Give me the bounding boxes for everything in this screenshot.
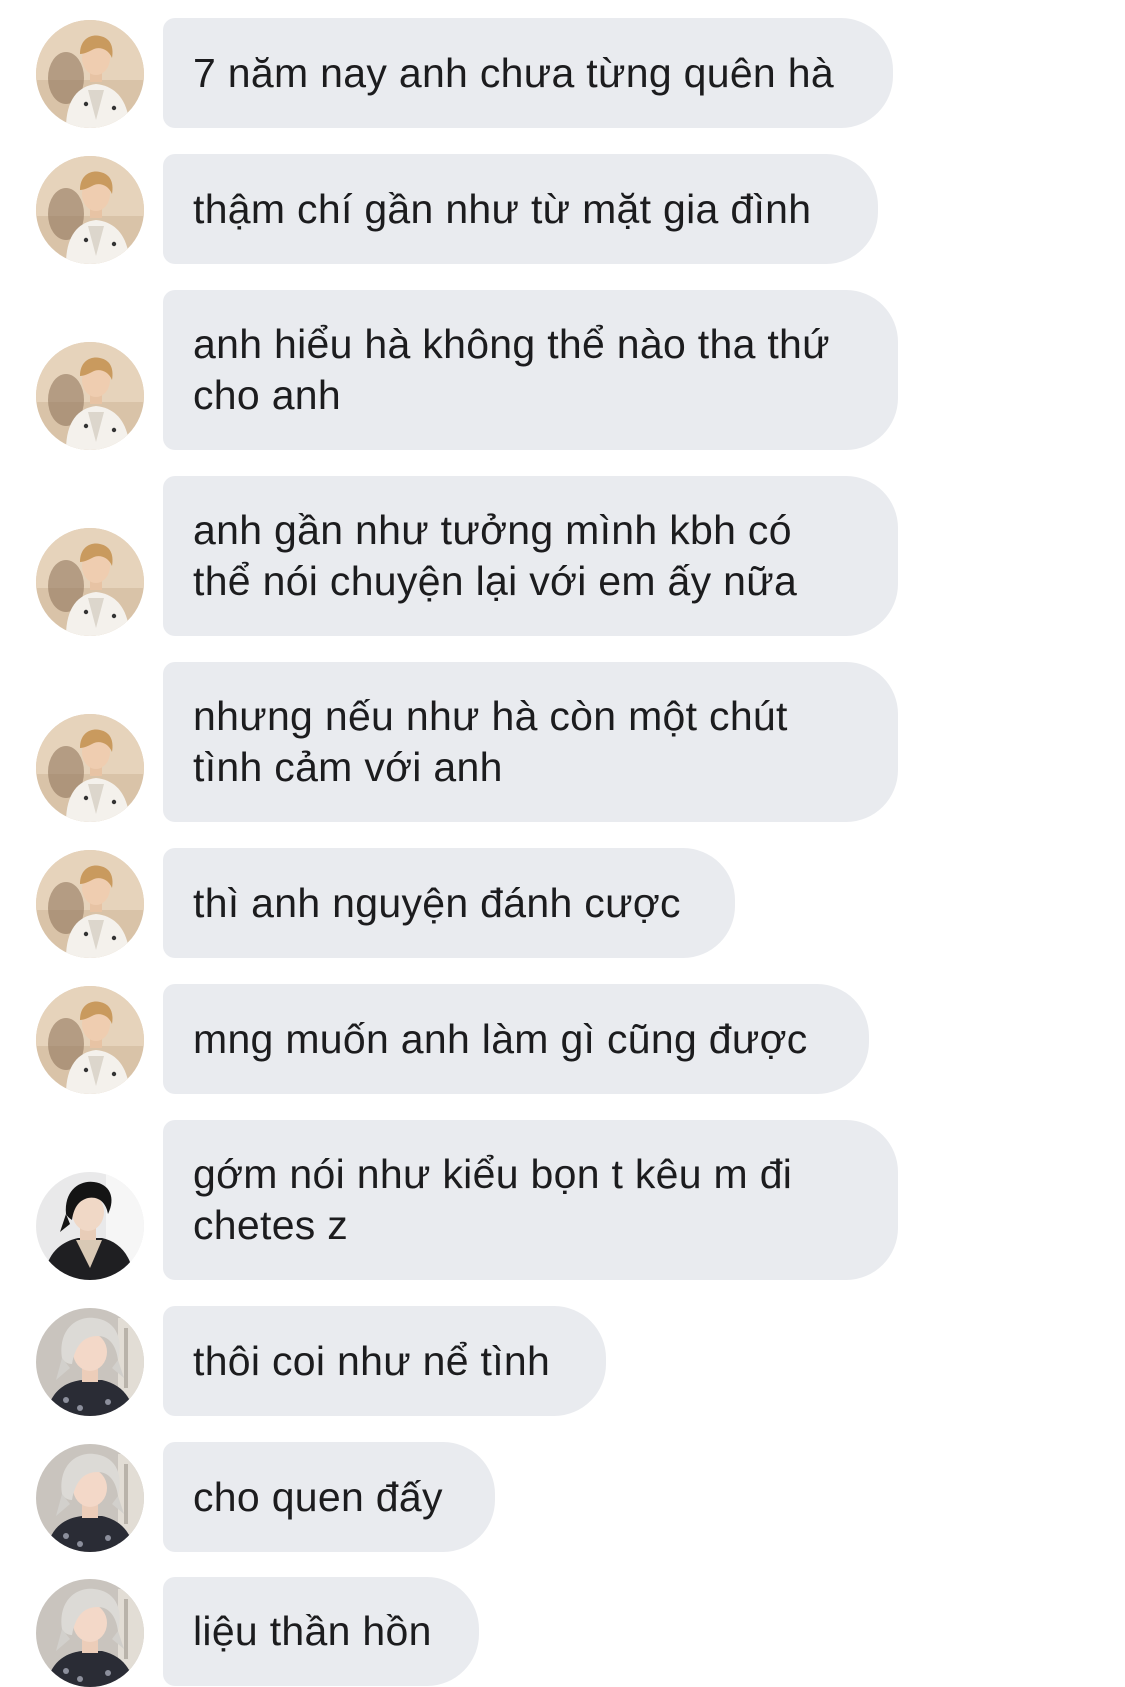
avatar-man-white-shirt-icon [36, 850, 144, 958]
message-bubble[interactable]: mng muốn anh làm gì cũng được [163, 984, 869, 1094]
avatar[interactable] [36, 20, 144, 128]
message-bubble[interactable]: thì anh nguyện đánh cược [163, 848, 735, 958]
avatar-man-white-shirt-icon [36, 20, 144, 128]
avatar[interactable] [36, 1444, 144, 1552]
message-bubble[interactable]: nhưng nếu như hà còn một chút tình cảm v… [163, 662, 898, 822]
avatar[interactable] [36, 850, 144, 958]
avatar[interactable] [36, 1172, 144, 1280]
message-text: mng muốn anh làm gì cũng được [193, 1015, 808, 1062]
avatar[interactable] [36, 714, 144, 822]
avatar-man-white-shirt-icon [36, 714, 144, 822]
avatar[interactable] [36, 986, 144, 1094]
message-text: thậm chí gần như từ mặt gia đình [193, 185, 812, 232]
message-bubble[interactable]: thậm chí gần như từ mặt gia đình [163, 154, 878, 264]
message-text: cho quen đấy [193, 1473, 443, 1520]
avatar[interactable] [36, 528, 144, 636]
avatar[interactable] [36, 1308, 144, 1416]
message-bubble[interactable]: anh gần như tưởng mình kbh có thể nói ch… [163, 476, 898, 636]
message-bubble[interactable]: liệu thần hồn [163, 1577, 479, 1686]
message-text: gớm nói như kiểu bọn t kêu m đi chetes z [193, 1151, 793, 1248]
avatar[interactable] [36, 342, 144, 450]
avatar[interactable] [36, 156, 144, 264]
message-text: anh hiểu hà không thể nào tha thứ cho an… [193, 321, 830, 418]
avatar-man-white-shirt-icon [36, 986, 144, 1094]
message-text: nhưng nếu như hà còn một chút tình cảm v… [193, 693, 788, 790]
avatar-man-white-shirt-icon [36, 342, 144, 450]
avatar-man-silver-hair-icon [36, 1308, 144, 1416]
avatar-man-dark-hair-icon [36, 1172, 144, 1280]
message-text: thôi coi như nể tình [193, 1337, 551, 1384]
message-text: thì anh nguyện đánh cược [193, 879, 681, 926]
message-text: liệu thần hồn [193, 1608, 432, 1654]
chat-thread: 7 năm nay anh chưa từng quên hà thậm chí… [0, 0, 1125, 1686]
message-text: anh gần như tưởng mình kbh có thể nói ch… [193, 507, 798, 604]
message-bubble[interactable]: gớm nói như kiểu bọn t kêu m đi chetes z [163, 1120, 898, 1280]
avatar-man-silver-hair-icon [36, 1444, 144, 1552]
avatar-man-white-shirt-icon [36, 528, 144, 636]
message-text: 7 năm nay anh chưa từng quên hà [193, 49, 834, 96]
message-bubble[interactable]: anh hiểu hà không thể nào tha thứ cho an… [163, 290, 898, 450]
avatar-man-white-shirt-icon [36, 156, 144, 264]
message-bubble[interactable]: thôi coi như nể tình [163, 1306, 606, 1416]
message-bubble[interactable]: 7 năm nay anh chưa từng quên hà [163, 18, 893, 128]
avatar-man-silver-hair-icon [36, 1579, 144, 1687]
avatar[interactable] [36, 1579, 144, 1687]
message-bubble[interactable]: cho quen đấy [163, 1442, 495, 1552]
